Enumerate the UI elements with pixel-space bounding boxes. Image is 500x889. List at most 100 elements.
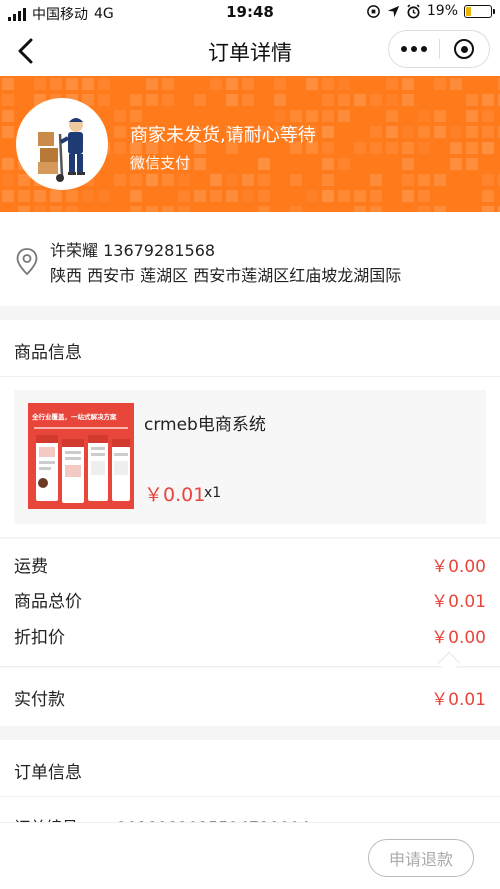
banner-tile — [178, 174, 190, 186]
banner-tile — [242, 190, 254, 202]
banner-tile — [386, 78, 398, 90]
banner-tile — [82, 78, 94, 90]
banner-tile — [194, 94, 206, 106]
location-arrow-icon — [387, 5, 400, 17]
paid-value: ￥0.01 — [431, 690, 486, 710]
banner-tile — [50, 78, 62, 90]
cost-value: ￥0.01 — [431, 592, 486, 612]
banner-tile — [402, 158, 414, 170]
banner-tile — [306, 78, 318, 90]
banner-tile — [482, 142, 494, 154]
banner-tile — [226, 190, 238, 202]
banner-tile — [98, 78, 110, 90]
banner-tile — [242, 94, 254, 106]
recipient-name-phone: 许荣耀 13679281568 — [50, 241, 216, 260]
paid-label: 实付款 — [14, 690, 65, 710]
banner-tile — [418, 126, 430, 138]
banner-tile — [98, 94, 110, 106]
banner-tile — [370, 94, 382, 106]
banner-tile — [322, 126, 334, 138]
banner-tile — [466, 110, 478, 122]
banner-tile — [370, 174, 382, 186]
banner-tile — [242, 174, 254, 186]
banner-tile — [130, 94, 142, 106]
order-info-title: 订单信息 — [14, 763, 82, 783]
banner-tile — [258, 174, 270, 186]
banner-tile — [370, 126, 382, 138]
banner-tile — [130, 190, 142, 202]
banner-tile — [402, 190, 414, 202]
banner-tile — [2, 190, 14, 202]
banner-tile — [322, 190, 334, 202]
banner-tile — [418, 174, 430, 186]
banner-tile — [482, 110, 494, 122]
banner-tile — [434, 126, 446, 138]
target-icon — [454, 39, 475, 59]
banner-tile — [114, 110, 126, 122]
banner-tile — [130, 174, 142, 186]
product-thumbnail: 全行业覆盖，一站式解决方案 — [28, 403, 134, 509]
orientation-lock-icon — [367, 4, 380, 18]
cost-value: ￥0.00 — [431, 628, 486, 648]
banner-tile — [466, 142, 478, 154]
banner-tile — [402, 174, 414, 186]
banner-tile — [322, 78, 334, 90]
banner-tile — [146, 174, 158, 186]
banner-tile — [226, 94, 238, 106]
banner-tile — [354, 190, 366, 202]
product-quantity: x1 — [204, 485, 222, 501]
banner-tile — [258, 190, 270, 202]
banner-tile — [2, 78, 14, 90]
cost-label: 商品总价 — [14, 592, 82, 612]
bottom-action-bar: 申请退款 — [0, 822, 500, 889]
cost-label: 运费 — [14, 557, 48, 577]
banner-tile — [2, 174, 14, 186]
banner-tile — [402, 142, 414, 154]
banner-tile — [450, 142, 462, 154]
banner-tile — [242, 78, 254, 90]
cost-row-discount: 折扣价 ￥0.00 — [14, 623, 486, 648]
banner-tile — [146, 78, 158, 90]
close-button[interactable] — [439, 31, 489, 67]
banner-tile — [82, 190, 94, 202]
banner-tile — [274, 78, 286, 90]
goods-section: 商品信息 全行业覆盖，一站式解决方案 crmeb电商系统 ￥0.01 x1 — [0, 320, 500, 537]
payment-method: 微信支付 — [130, 154, 191, 172]
cost-row-shipping: 运费 ￥0.00 — [14, 552, 486, 577]
banner-tile — [2, 126, 14, 138]
banner-tile — [258, 158, 270, 170]
refund-button[interactable]: 申请退款 — [368, 839, 474, 877]
banner-tile — [386, 142, 398, 154]
banner-tile — [338, 110, 350, 122]
banner-tile — [450, 158, 462, 170]
banner-tile — [210, 190, 222, 202]
nav-bar: 订单详情 — [0, 26, 500, 76]
product-price: ￥0.01 — [144, 484, 206, 506]
banner-tile — [66, 78, 78, 90]
banner-tile — [194, 190, 206, 202]
banner-tile — [178, 190, 190, 202]
banner-tile — [322, 142, 334, 154]
mini-program-capsule — [388, 30, 490, 68]
banner-tile — [2, 158, 14, 170]
banner-tile — [98, 190, 110, 202]
banner-tile — [386, 110, 398, 122]
banner-tile — [322, 110, 334, 122]
banner-tile — [466, 158, 478, 170]
banner-tile — [274, 94, 286, 106]
cost-row-subtotal: 商品总价 ￥0.01 — [14, 587, 486, 612]
banner-tile — [114, 174, 126, 186]
more-button[interactable] — [389, 31, 439, 67]
cost-row-paid: 实付款 ￥0.01 — [14, 685, 486, 710]
banner-tile — [402, 78, 414, 90]
banner-tile — [306, 190, 318, 202]
banner-tile — [402, 126, 414, 138]
banner-tile — [418, 190, 430, 202]
status-bar: 中国移动 4G 19:48 19% — [0, 0, 500, 26]
banner-tile — [418, 110, 430, 122]
banner-tile — [18, 190, 30, 202]
banner-tile — [482, 190, 494, 202]
banner-tile — [210, 174, 222, 186]
delivery-illustration — [16, 98, 108, 190]
goods-item[interactable]: 全行业覆盖，一站式解决方案 crmeb电商系统 ￥0.01 x1 — [14, 390, 486, 524]
